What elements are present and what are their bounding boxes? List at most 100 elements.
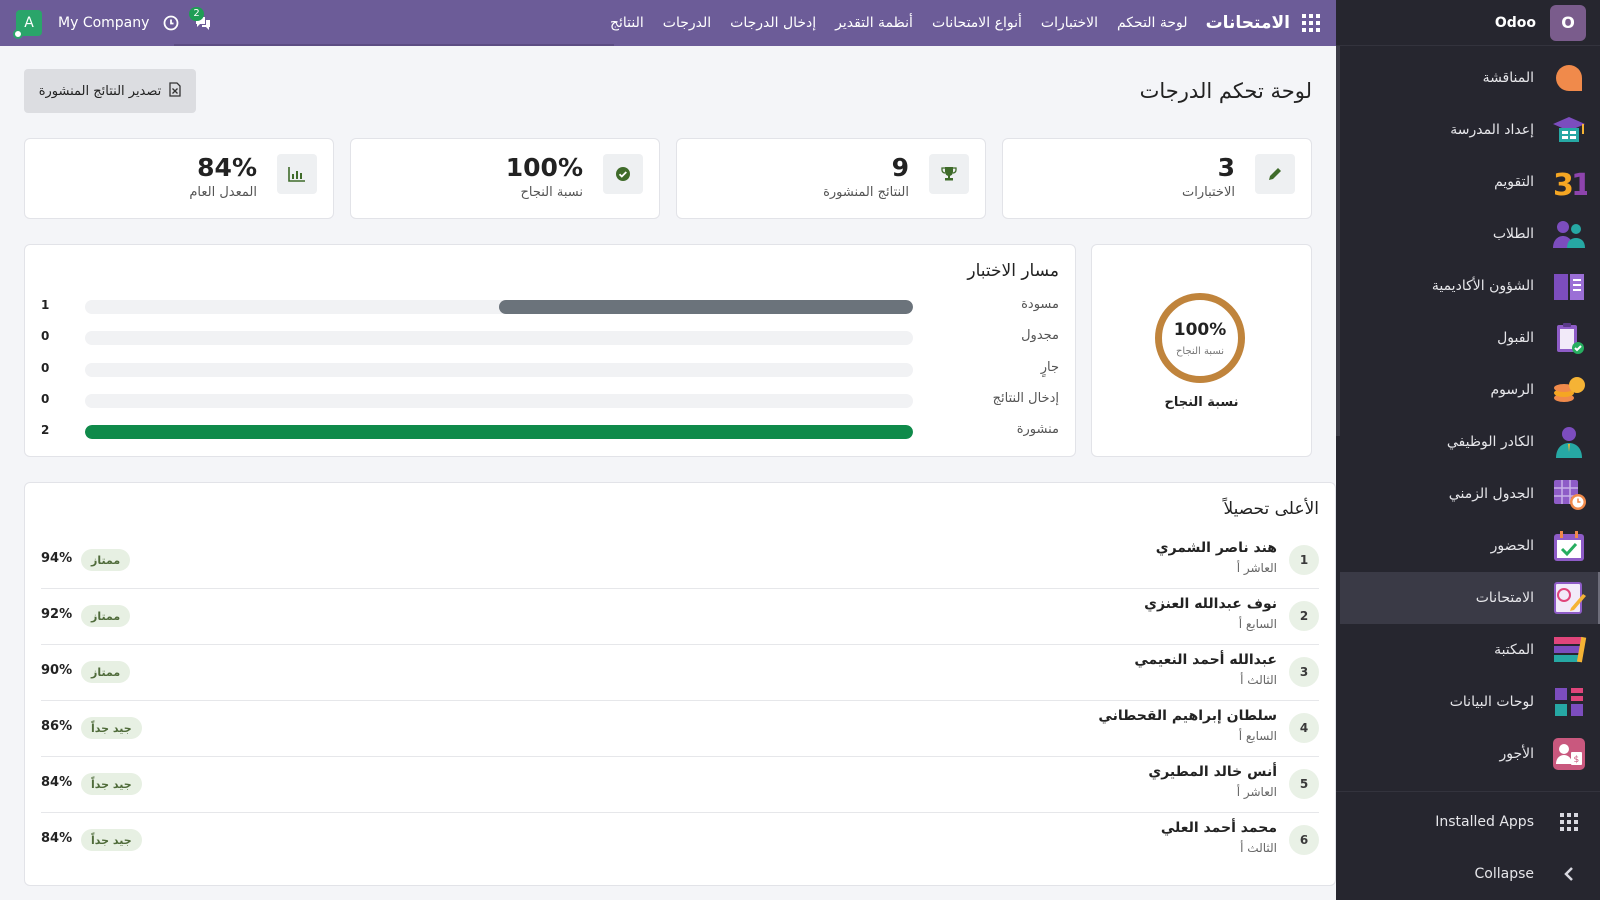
- menu-exam-types[interactable]: أنواع الامتحانات: [932, 15, 1022, 31]
- menu-results[interactable]: النتائج: [610, 15, 644, 31]
- pipeline-bar-track: [85, 331, 913, 345]
- bar-chart-icon: [277, 154, 317, 194]
- sidebar-brand[interactable]: O Odoo: [1336, 0, 1600, 46]
- chat-badge: 2: [189, 7, 204, 21]
- chat-icon[interactable]: 2: [189, 7, 213, 33]
- systray: A My Company 2: [0, 7, 213, 39]
- sidebar-item-admissions[interactable]: القبول: [1336, 312, 1600, 364]
- pipeline-bar-fill: [499, 300, 913, 314]
- pipeline-bar-track: [85, 363, 913, 377]
- sidebar-item-label: المناقشة: [1482, 70, 1534, 86]
- sidebar-item-calendar[interactable]: 31 التقويم: [1336, 156, 1600, 208]
- installed-apps-link[interactable]: Installed Apps: [1336, 796, 1600, 848]
- student-score: 94%: [41, 551, 73, 566]
- kpi-card-exams: 3 الاختبارات: [1002, 138, 1312, 219]
- app-sidebar: O Odoo المناقشة إعداد المدرسة 31 التقويم…: [1336, 0, 1600, 900]
- sidebar-item-label: الجدول الزمني: [1448, 486, 1534, 502]
- sidebar-item-students[interactable]: الطلاب: [1336, 208, 1600, 260]
- menu-grading-systems[interactable]: أنظمة التقدير: [835, 15, 913, 31]
- kpi-label: نسبة النجاح: [520, 185, 583, 200]
- pass-rate-ring: 100% نسبة النجاح: [1155, 293, 1245, 383]
- sidebar-item-timetable[interactable]: الجدول الزمني: [1336, 468, 1600, 520]
- sidebar-item-label: التقويم: [1494, 174, 1534, 190]
- grade-badge: ممتاز: [81, 549, 131, 571]
- student-score: 92%: [41, 607, 73, 622]
- menu-grades[interactable]: الدرجات: [663, 15, 711, 31]
- pipeline-bar-fill: [85, 425, 913, 439]
- sidebar-item-label: إعداد المدرسة: [1450, 122, 1534, 138]
- app-title[interactable]: الامتحانات: [1206, 13, 1290, 33]
- sidebar-item-label: الحضور: [1490, 538, 1534, 554]
- top-navbar: A My Company 2 الامتحانات لوحة التحكم ال…: [0, 0, 1336, 46]
- sidebar-item-fees[interactable]: الرسوم: [1336, 364, 1600, 416]
- pipeline-count: 0: [41, 329, 50, 343]
- sidebar-item-school-setup[interactable]: إعداد المدرسة: [1336, 104, 1600, 156]
- export-results-button[interactable]: تصدير النتائج المنشورة: [24, 69, 196, 113]
- chevron-left-icon: [1550, 855, 1588, 893]
- sidebar-item-academics[interactable]: الشؤون الأكاديمية: [1336, 260, 1600, 312]
- student-name: محمد أحمد العلي: [1160, 820, 1277, 836]
- pipeline-stage-label: مسودة: [1021, 297, 1059, 312]
- student-score: 84%: [41, 831, 73, 846]
- students-icon: [1550, 215, 1588, 253]
- sidebar-item-label: لوحات البيانات: [1449, 694, 1534, 710]
- pipeline-stage-label: مجدول: [1021, 328, 1059, 343]
- menu-grade-entry[interactable]: إدخال الدرجات: [730, 15, 816, 31]
- collapse-sidebar-button[interactable]: Collapse: [1336, 848, 1600, 900]
- table-row[interactable]: 3 عبدالله أحمد النعيمي الثالث أ ممتاز 90…: [41, 645, 1319, 701]
- menu-dashboard[interactable]: لوحة التحكم: [1117, 15, 1188, 31]
- pipeline-row-published: منشورة 2: [41, 422, 1059, 442]
- table-row[interactable]: 6 محمد أحمد العلي الثالث أ جيد جداً 84%: [41, 813, 1319, 869]
- company-switcher[interactable]: My Company: [58, 15, 149, 31]
- export-results-label: تصدير النتائج المنشورة: [38, 83, 162, 99]
- sidebar-item-staff[interactable]: الكادر الوظيفي: [1336, 416, 1600, 468]
- sidebar-item-attendance[interactable]: الحضور: [1336, 520, 1600, 572]
- student-name: سلطان إبراهيم القحطاني: [1098, 708, 1277, 724]
- student-name: نوف عبدالله العنزي: [1144, 596, 1277, 612]
- table-row[interactable]: 1 هند ناصر الشمري العاشر أ ممتاز 94%: [41, 533, 1319, 589]
- pass-rate-title: نسبة النجاح: [1164, 395, 1239, 410]
- sidebar-item-discuss[interactable]: المناقشة: [1336, 52, 1600, 104]
- page-title: لوحة تحكم الدرجات: [1139, 79, 1312, 103]
- kpi-label: النتائج المنشورة: [823, 185, 909, 200]
- table-row[interactable]: 2 نوف عبدالله العنزي السابع أ ممتاز 92%: [41, 589, 1319, 645]
- discuss-icon: [1550, 59, 1588, 97]
- clipboard-check-icon: [1550, 319, 1588, 357]
- pipeline-row-scheduled: مجدول 0: [41, 328, 1059, 348]
- attendance-icon: [1550, 527, 1588, 565]
- exam-pipeline-card: مسار الاختبار مسودة 1 مجدول 0 جارٍ 0 إدخ…: [24, 244, 1076, 457]
- pipeline-row-draft: مسودة 1: [41, 297, 1059, 317]
- user-avatar[interactable]: A: [13, 10, 42, 39]
- sidebar-footer: Installed Apps Collapse: [1336, 791, 1600, 900]
- timetable-icon: [1550, 475, 1588, 513]
- apps-grid-icon[interactable]: [1302, 14, 1320, 32]
- pipeline-stage-label: جارٍ: [1040, 360, 1059, 375]
- sidebar-app-list: المناقشة إعداد المدرسة 31 التقويم الطلاب…: [1336, 46, 1600, 780]
- sidebar-item-label: الطلاب: [1492, 226, 1534, 242]
- exam-icon: [1550, 579, 1588, 617]
- menu-exams[interactable]: الاختبارات: [1041, 15, 1098, 31]
- table-row[interactable]: 5 أنس خالد المطيري العاشر أ جيد جداً 84%: [41, 757, 1319, 813]
- sidebar-item-library[interactable]: المكتبة: [1336, 624, 1600, 676]
- sidebar-item-label: الأجور: [1499, 746, 1534, 762]
- kpi-label: الاختبارات: [1182, 185, 1235, 200]
- student-score: 84%: [41, 775, 73, 790]
- main-content: لوحة تحكم الدرجات تصدير النتائج المنشورة…: [0, 46, 1336, 900]
- activity-clock-icon[interactable]: [161, 13, 181, 33]
- student-name: هند ناصر الشمري: [1155, 540, 1277, 556]
- pipeline-stage-label: منشورة: [1016, 422, 1059, 437]
- kpi-label: المعدل العام: [189, 185, 257, 200]
- library-icon: [1550, 631, 1588, 669]
- excel-file-icon: [169, 81, 181, 101]
- sidebar-item-exams[interactable]: الامتحانات: [1340, 572, 1600, 624]
- pipeline-count: 0: [41, 392, 50, 406]
- table-row[interactable]: 4 سلطان إبراهيم القحطاني السابع أ جيد جد…: [41, 701, 1319, 757]
- sidebar-item-payroll[interactable]: $ الأجور: [1336, 728, 1600, 780]
- student-class: السابع أ: [1238, 729, 1277, 743]
- pipeline-count: 2: [41, 423, 50, 437]
- pipeline-count: 0: [41, 361, 50, 375]
- sidebar-item-dashboards[interactable]: لوحات البيانات: [1336, 676, 1600, 728]
- sidebar-item-label: الكادر الوظيفي: [1446, 434, 1534, 450]
- grid-icon: [1550, 803, 1588, 841]
- rank-badge: 2: [1289, 601, 1319, 631]
